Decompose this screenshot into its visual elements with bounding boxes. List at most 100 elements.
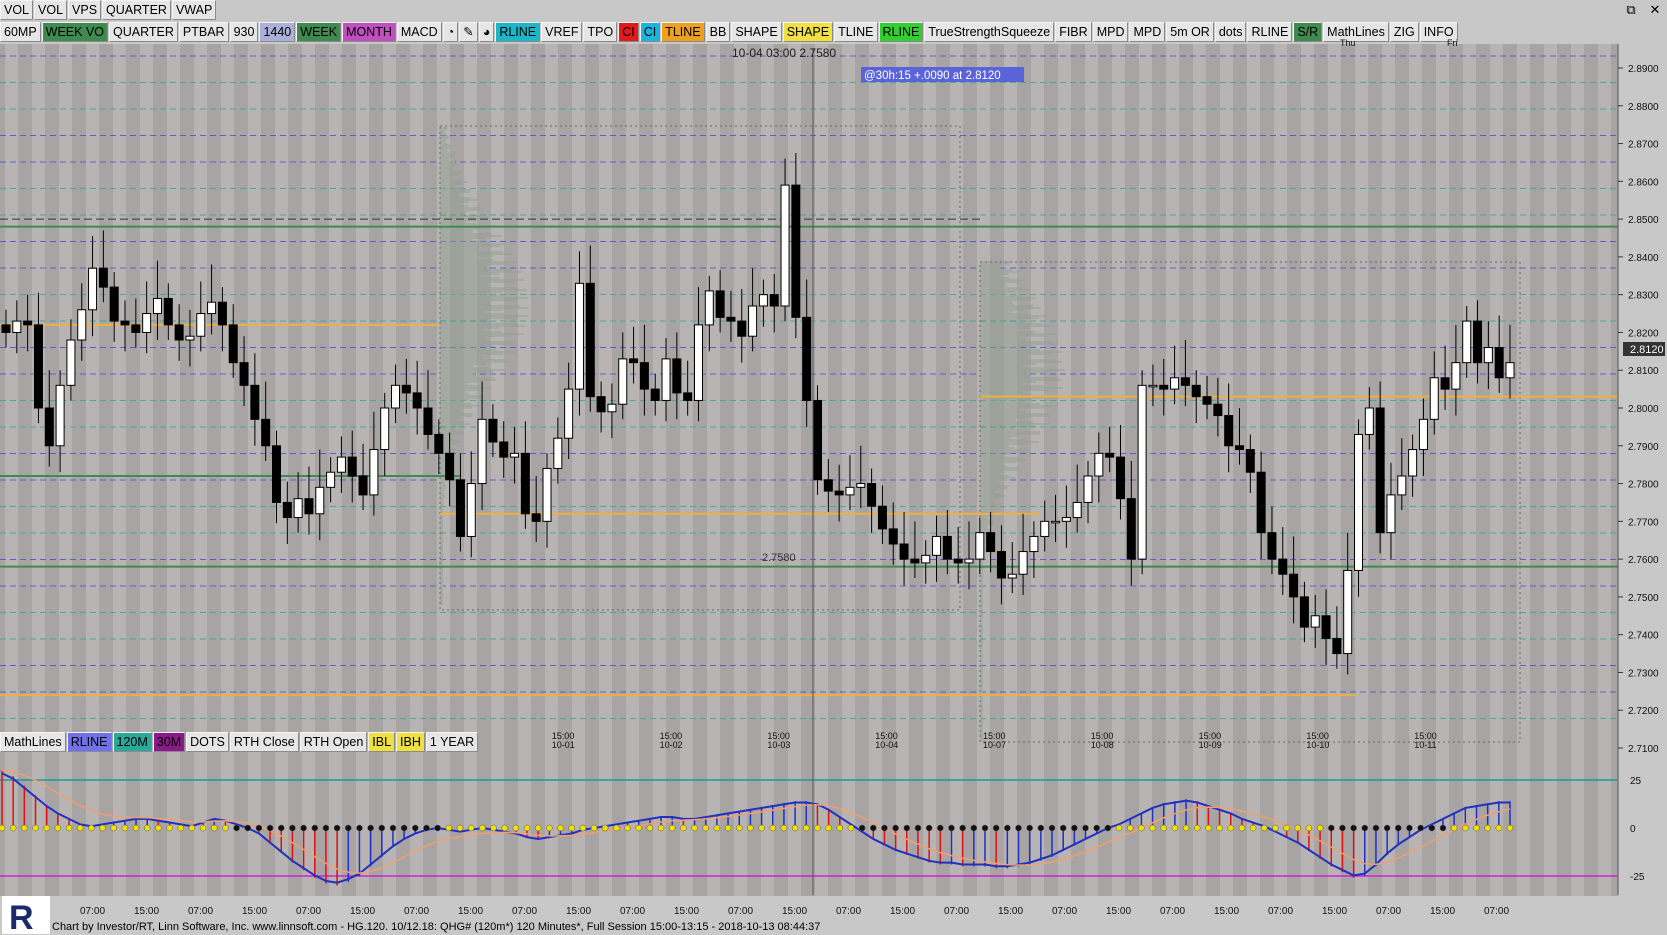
candle-body: [1148, 384, 1158, 388]
study-30m-button[interactable]: 30M: [152, 732, 186, 752]
macd-time-label: 15:00: [134, 906, 159, 917]
candle-body: [1483, 347, 1493, 364]
session-stripe: [1085, 44, 1098, 752]
candle-body: [510, 452, 520, 458]
macd-tick-label: 25: [1630, 776, 1642, 787]
macd-time-label: 15:00: [998, 906, 1023, 917]
squeeze-dot: [1406, 824, 1413, 832]
candle-body: [401, 384, 411, 394]
squeeze-dot: [300, 824, 307, 832]
squeeze-dot: [1261, 824, 1268, 832]
candle-body: [1007, 573, 1017, 579]
squeeze-dot: [691, 824, 698, 832]
squeeze-dot: [278, 824, 285, 832]
candle-body: [174, 324, 184, 341]
candle-body: [1494, 347, 1504, 379]
price-tick-label: 2.7600: [1628, 555, 1659, 566]
squeeze-dot: [255, 824, 263, 832]
squeeze-dot: [613, 824, 620, 832]
session-stripe: [1598, 44, 1611, 752]
candle-body: [369, 449, 379, 496]
study-rth-open-button[interactable]: RTH Open: [299, 732, 368, 752]
squeeze-dot: [400, 824, 408, 832]
candle-body: [1505, 362, 1515, 379]
squeeze-dot: [1506, 824, 1514, 832]
squeeze-dot: [758, 824, 765, 832]
squeeze-dot: [624, 824, 631, 832]
squeeze-dot: [54, 824, 62, 832]
session-stripe: [1004, 752, 1017, 896]
price-tick-label: 2.7900: [1628, 442, 1659, 453]
macd-time-label: 07:00: [1268, 906, 1293, 917]
squeeze-dot: [1238, 824, 1246, 832]
squeeze-dot: [1115, 824, 1123, 832]
session-stripe: [194, 44, 207, 752]
date-tick-label: 10-02: [660, 740, 683, 750]
candle-body: [1256, 471, 1266, 534]
candle-body: [196, 313, 206, 337]
study-rth-close-button[interactable]: RTH Close: [229, 732, 299, 752]
session-stripe: [815, 44, 828, 752]
squeeze-dot: [467, 824, 475, 832]
session-stripe: [869, 44, 882, 752]
squeeze-dot: [959, 824, 966, 832]
study-ibl-button[interactable]: IBL: [368, 732, 396, 752]
candle-body: [1126, 498, 1136, 560]
candle-body: [1094, 452, 1104, 477]
candle-body: [1364, 407, 1374, 435]
price-tick-label: 2.7100: [1628, 744, 1659, 755]
price-tick-label: 2.7300: [1628, 668, 1659, 679]
squeeze-dot: [825, 824, 832, 832]
candle-body: [1072, 501, 1082, 519]
candle-body: [813, 399, 823, 481]
session-stripe: [653, 752, 666, 896]
study-120m-button[interactable]: 120M: [112, 732, 152, 752]
candle-body: [564, 388, 574, 439]
squeeze-dot: [601, 824, 609, 832]
squeeze-dot: [1283, 824, 1290, 832]
squeeze-dot: [1428, 824, 1436, 832]
macd-tick-label: -25: [1630, 872, 1645, 883]
squeeze-dot: [1383, 824, 1391, 832]
candle-body: [899, 543, 909, 560]
session-stripe: [32, 752, 45, 896]
macd-time-label: 07:00: [1376, 906, 1401, 917]
candle-body: [120, 320, 130, 326]
session-stripe: [1517, 44, 1530, 752]
study-mathlines-button[interactable]: MathLines: [0, 732, 66, 752]
candle-body: [1159, 384, 1169, 390]
study-dots-button[interactable]: DOTS: [186, 732, 229, 752]
candle-body: [1473, 320, 1483, 364]
session-stripe: [707, 44, 720, 752]
candle-body: [131, 324, 141, 333]
candle-body: [228, 324, 238, 364]
study-rline-button[interactable]: RLINE: [66, 732, 112, 752]
price-tick-label: 2.8600: [1628, 177, 1659, 188]
macd-time-label: 07:00: [296, 906, 321, 917]
price-chart[interactable]: 2.8900 2.8800 2.8700 2.8600 2.8500 2.8400 2.83…: [0, 0, 1667, 935]
session-stripe: [86, 44, 99, 752]
squeeze-dot: [680, 824, 687, 832]
study-ibh-button[interactable]: IBH: [396, 732, 425, 752]
squeeze-dot: [747, 824, 754, 832]
candle-body: [412, 392, 422, 409]
study-1-year-button[interactable]: 1 YEAR: [425, 732, 479, 752]
candle-body: [531, 513, 541, 522]
candle-body: [1343, 569, 1353, 655]
session-stripe: [1490, 44, 1503, 752]
candle-body: [1386, 494, 1396, 534]
candle-body: [834, 490, 844, 496]
squeeze-dot: [210, 824, 218, 832]
session-stripe: [761, 44, 774, 752]
day-label: Fri: [1447, 38, 1458, 48]
candle-body: [1115, 456, 1125, 500]
squeeze-dot: [32, 824, 39, 832]
squeeze-dot: [657, 824, 665, 832]
candle-body: [455, 479, 465, 537]
squeeze-dot: [702, 824, 709, 832]
candle-body: [520, 452, 530, 515]
candle-body: [693, 324, 703, 401]
candle-body: [953, 558, 963, 564]
candle-body: [1018, 551, 1028, 575]
candle-body: [1083, 475, 1093, 503]
